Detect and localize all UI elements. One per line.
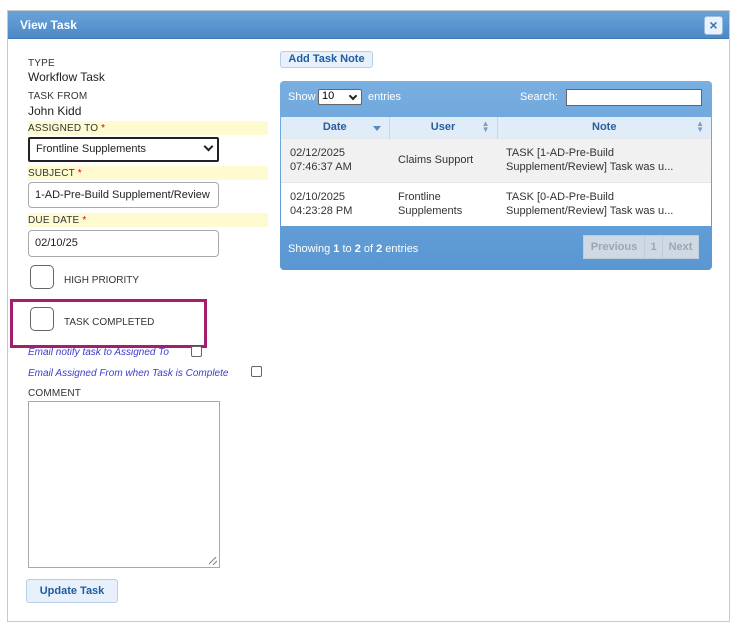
user-cell: Claims Support: [389, 137, 497, 182]
task-completed-checkbox[interactable]: [30, 307, 54, 331]
update-task-button[interactable]: Update Task: [26, 579, 118, 603]
search-label: Search:: [520, 91, 558, 103]
email-assigned-from-label: Email Assigned From when Task is Complet…: [28, 368, 229, 379]
view-task-dialog: View Task × TYPE Workflow Task TASK FROM…: [7, 10, 730, 622]
task-from-value: John Kidd: [28, 104, 82, 118]
column-header-date[interactable]: Date: [281, 117, 390, 138]
required-star: *: [77, 168, 82, 179]
search-input[interactable]: [566, 89, 702, 106]
assigned-to-label: ASSIGNED TO *: [28, 123, 106, 134]
show-entries-select[interactable]: 10: [318, 89, 362, 105]
table-info: Showing 1 to 2 of 2 entries: [288, 243, 419, 255]
task-from-label: TASK FROM: [28, 91, 88, 102]
sort-descending-icon: [372, 126, 381, 131]
assigned-to-select[interactable]: Frontline Supplements: [28, 137, 219, 162]
chevron-down-icon: [203, 141, 214, 152]
column-header-note[interactable]: Note ▲ ▼: [497, 117, 711, 138]
type-label: TYPE: [28, 58, 55, 69]
dialog-title: View Task: [20, 18, 77, 32]
type-value: Workflow Task: [28, 70, 105, 84]
date-cell: 02/12/2025 07:46:37 AM: [281, 137, 389, 182]
assigned-to-value: Frontline Supplements: [36, 143, 147, 155]
note-cell: TASK [0-AD-Pre-Build Supplement/Review] T…: [497, 181, 711, 226]
sort-both-icon: ▲ ▼: [481, 119, 490, 134]
due-date-label: DUE DATE *: [28, 215, 87, 226]
email-notify-checkbox[interactable]: [191, 346, 202, 357]
previous-page-button[interactable]: Previous: [583, 235, 645, 259]
task-notes-table: Date User ▲ ▼ Note ▲ ▼ 02/12/2025 07:46:37 AM…: [281, 117, 711, 226]
note-cell: TASK [1-AD-Pre-Build Supplement/Review] T…: [497, 137, 711, 182]
date-cell: 02/10/2025 04:23:28 PM: [281, 181, 389, 226]
entries-label: entries: [368, 91, 402, 103]
email-notify-label: Email notify task to Assigned To: [28, 347, 169, 358]
table-row[interactable]: 02/12/2025 07:46:37 AM Claims Support TAS…: [281, 137, 711, 182]
subject-input[interactable]: 1-AD-Pre-Build Supplement/Review: [28, 182, 219, 208]
show-entries-value: 10: [322, 90, 335, 102]
due-date-value: 02/10/25: [35, 237, 78, 249]
sort-both-icon: ▲ ▼: [696, 119, 704, 134]
show-label: Show: [288, 91, 316, 103]
high-priority-checkbox[interactable]: [30, 265, 54, 289]
subject-label: SUBJECT *: [28, 168, 82, 179]
resize-grip-icon[interactable]: [209, 557, 217, 565]
chevron-down-icon: [348, 91, 358, 101]
user-cell: Frontline Supplements: [389, 181, 497, 226]
close-icon[interactable]: ×: [704, 16, 723, 35]
due-date-input[interactable]: 02/10/25: [28, 230, 219, 257]
email-assigned-from-checkbox[interactable]: [251, 366, 262, 377]
subject-value: 1-AD-Pre-Build Supplement/Review: [35, 189, 210, 201]
dialog-titlebar[interactable]: View Task ×: [8, 11, 729, 39]
table-row[interactable]: 02/10/2025 04:23:28 PM Frontline Suppleme…: [281, 181, 711, 226]
add-task-note-button[interactable]: Add Task Note: [280, 51, 373, 68]
high-priority-label: HIGH PRIORITY: [64, 275, 140, 286]
next-page-button[interactable]: Next: [662, 235, 699, 259]
column-header-user[interactable]: User ▲ ▼: [389, 117, 498, 138]
required-star: *: [101, 123, 106, 134]
task-completed-label: TASK COMPLETED: [64, 317, 155, 328]
required-star: *: [82, 215, 87, 226]
comment-textarea[interactable]: [28, 401, 220, 568]
task-notes-table-panel: Show 10 entries Search: Date User ▲ ▼ Note…: [280, 81, 712, 270]
page-1-button[interactable]: 1: [644, 235, 663, 259]
comment-label: COMMENT: [28, 388, 82, 399]
